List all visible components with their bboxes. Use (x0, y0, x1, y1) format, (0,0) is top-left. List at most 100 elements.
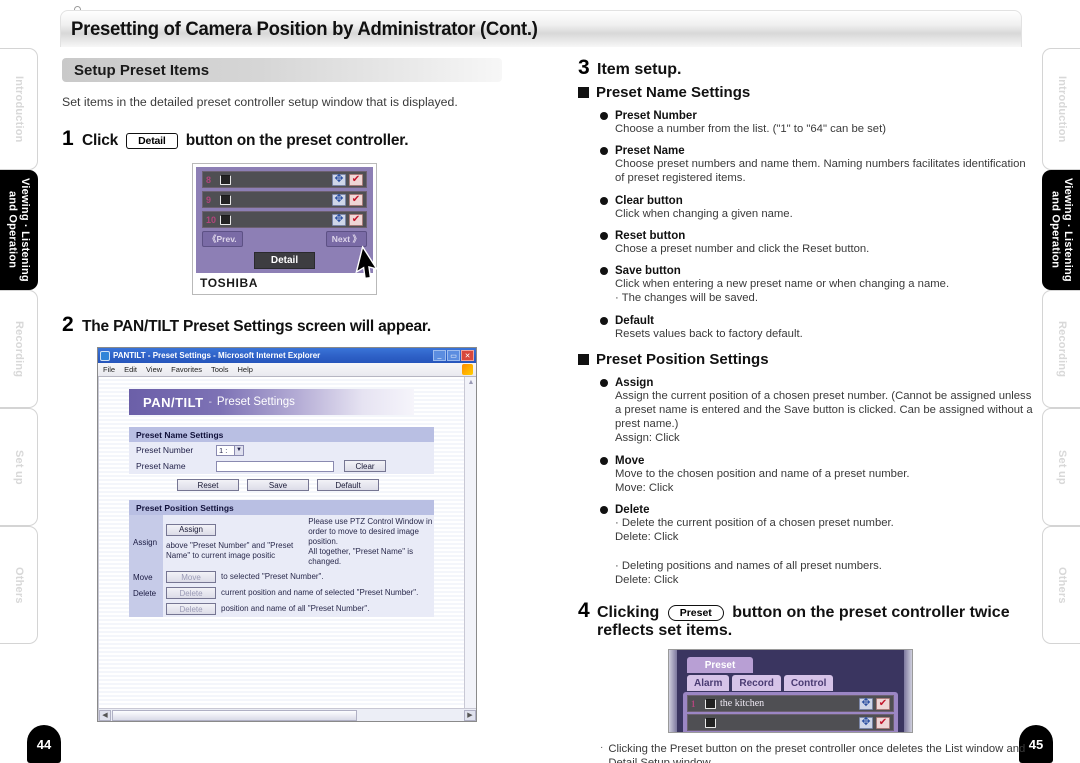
bullet-dot-icon (600, 147, 608, 156)
menu-item-favorites[interactable]: Favorites (171, 365, 202, 374)
step-1-text-before: Click (82, 132, 119, 149)
controller-tab-alarm[interactable]: Alarm (687, 675, 730, 692)
thumbnail-icon (220, 174, 231, 185)
bullet-item: Save button Click when entering a new pre… (600, 265, 1033, 305)
controller-tab-record[interactable]: Record (732, 675, 781, 692)
sidebar-item-introduction[interactable]: Introduction (0, 48, 38, 170)
position-row-text: position and name of all "Preset Number"… (221, 604, 370, 613)
menu-item-edit[interactable]: Edit (124, 365, 137, 374)
sidebar-item-viewing-listening-and-operation[interactable]: Viewing · Listening and Operation (0, 170, 38, 290)
preset-number-select[interactable]: 1 : ▼ (216, 444, 244, 456)
step-2-text: The PAN/TILT Preset Settings screen will… (82, 318, 432, 335)
bullet-item: Reset button Chose a preset number and cl… (600, 230, 1033, 256)
group-2-heading: Preset Position Settings (578, 351, 1033, 368)
scroll-up-icon[interactable]: ▲ (465, 377, 476, 388)
preset-name-label: Preset Name (136, 461, 186, 471)
menu-item-help[interactable]: Help (238, 365, 253, 374)
delete-button: Delete (166, 587, 216, 599)
position-row-label: Delete (129, 585, 163, 601)
step-1-text: Click Detail button on the preset contro… (82, 132, 409, 150)
position-setting-row: Move Move to selected "Preset Number". (129, 569, 434, 585)
vertical-scrollbar[interactable]: ▲ (464, 377, 476, 708)
position-setting-row: Assign Assign above "Preset Number" and "P… (129, 515, 434, 569)
bullet-title: Assign (615, 376, 654, 389)
clear-button[interactable]: Clear (344, 460, 386, 472)
detail-button-inline[interactable]: Detail (126, 132, 178, 149)
check-icon[interactable] (349, 173, 363, 187)
group-1-heading-text: Preset Name Settings (596, 84, 751, 101)
bullet-item: Delete · Delete the current position of a… (600, 504, 1033, 587)
save-button[interactable]: Save (247, 479, 309, 491)
move-icon[interactable] (859, 696, 873, 711)
preset-number-label: Preset Number (136, 445, 194, 455)
menu-item-file[interactable]: File (103, 365, 115, 374)
menu-item-tools[interactable]: Tools (211, 365, 229, 374)
preset-name-input[interactable] (216, 460, 334, 472)
controller-tab-control[interactable]: Control (783, 675, 834, 692)
scrollbar-thumb[interactable] (112, 709, 357, 721)
bullet-body: · Delete the current position of a chose… (615, 517, 894, 586)
move-icon[interactable] (332, 212, 346, 227)
preset-row[interactable]: 10 (202, 211, 367, 228)
scroll-left-icon[interactable]: ◀ (99, 709, 111, 721)
controller-right-edge (904, 650, 912, 733)
bullet-title: Delete (615, 504, 650, 517)
check-icon[interactable] (349, 193, 363, 207)
sidebar-item-label: Viewing · Listening and Operation (6, 178, 32, 282)
section-lead-text: Set items in the detailed preset control… (62, 95, 458, 109)
minimize-button[interactable]: _ (433, 350, 446, 361)
banner-dash: - (208, 396, 212, 408)
step-3-number: 3 (578, 56, 590, 79)
preset-row[interactable] (687, 714, 894, 732)
preset-button-inline[interactable]: Preset (667, 604, 724, 621)
check-icon[interactable] (876, 697, 890, 711)
page-title: Presetting of Camera Position by Adminis… (71, 17, 538, 40)
close-button[interactable]: ✕ (461, 350, 474, 361)
name-settings-button-row: Reset Save Default (177, 479, 434, 491)
scroll-right-icon[interactable]: ▶ (464, 709, 476, 721)
bullet-title: Save button (615, 265, 681, 278)
sidebar-item-viewing-listening-and-operation[interactable]: Viewing · Listening and Operation (1042, 170, 1080, 290)
sidebar-item-others[interactable]: Others (0, 526, 38, 644)
sidebar-item-others[interactable]: Others (1042, 526, 1080, 644)
section-title: Setup Preset Items (74, 61, 210, 79)
move-icon[interactable] (332, 172, 346, 187)
bullet-title: Move (615, 454, 645, 467)
maximize-button[interactable]: ▭ (447, 350, 460, 361)
prev-button[interactable]: 《Prev. (202, 231, 243, 247)
reset-button[interactable]: Reset (177, 479, 239, 491)
bullet-dot-icon (600, 378, 608, 387)
bullet-item: Assign Assign the current position of a c… (600, 377, 1033, 446)
sidebar-item-set-up[interactable]: Set up (1042, 408, 1080, 526)
sidebar-item-recording[interactable]: Recording (1042, 290, 1080, 408)
menu-item-view[interactable]: View (146, 365, 162, 374)
bullet-dot-icon (600, 112, 608, 120)
check-icon[interactable] (876, 716, 890, 730)
horizontal-scrollbar[interactable]: ◀ ▶ (99, 708, 476, 721)
position-row-text: current position and name of selected "P… (221, 588, 419, 597)
default-button[interactable]: Default (317, 479, 379, 491)
preset-row[interactable]: 1 the kitchen (687, 695, 894, 713)
web-page-content: PAN/TILT - Preset Settings Preset Name S… (99, 377, 464, 707)
group-2-heading-text: Preset Position Settings (596, 350, 769, 368)
thumbnail-icon (705, 717, 716, 728)
step-2-number: 2 (62, 313, 74, 336)
step-4-number: 4 (578, 599, 590, 623)
thumbnail-icon (220, 194, 231, 205)
detail-button[interactable]: Detail (253, 252, 316, 269)
banner-sub-text: Preset Settings (216, 396, 295, 408)
preset-row[interactable]: 9 (202, 191, 367, 208)
preset-row[interactable]: 8 (202, 171, 367, 188)
sidebar-item-set-up[interactable]: Set up (0, 408, 38, 526)
assign-button[interactable]: Assign (166, 523, 216, 536)
sidebar-item-label: Others (1055, 566, 1068, 604)
bullet-body: Chose a preset number and click the Rese… (615, 242, 870, 255)
sidebar-item-introduction[interactable]: Introduction (1042, 48, 1080, 170)
sidebar-item-label: Set up (1055, 449, 1068, 485)
move-icon[interactable] (332, 192, 346, 207)
right-column: 3 Item setup. Preset Name Settings Prese… (578, 56, 1033, 763)
move-icon[interactable] (859, 715, 873, 730)
sidebar-item-recording[interactable]: Recording (0, 290, 38, 408)
check-icon[interactable] (349, 213, 363, 227)
preset-tab[interactable]: Preset (687, 657, 753, 674)
